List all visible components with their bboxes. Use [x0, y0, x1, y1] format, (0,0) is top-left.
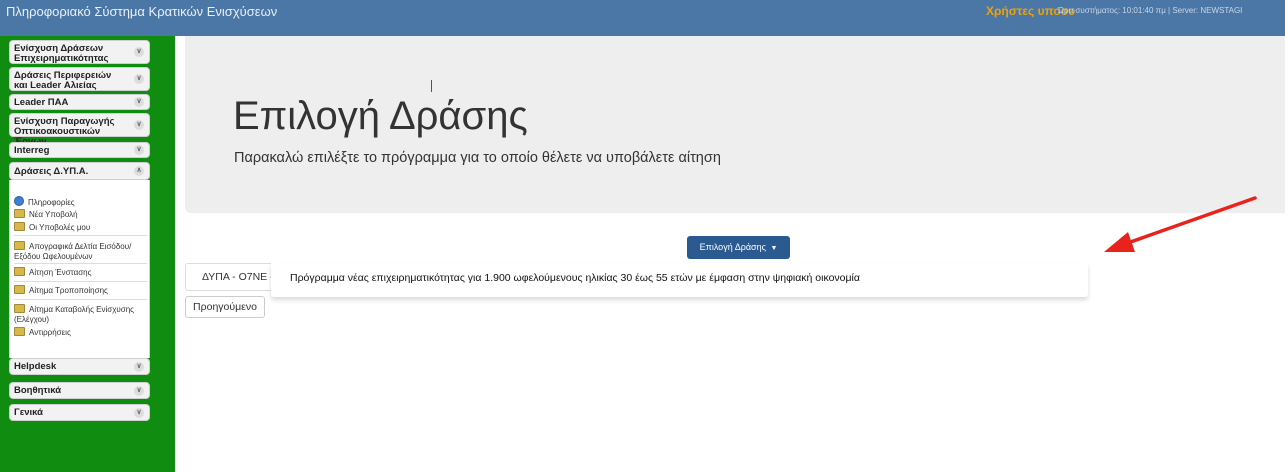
- sidebar-section-label: Βοηθητικά: [14, 385, 62, 396]
- chevron-up-icon: ∧: [134, 166, 144, 176]
- sidebar-section-label: Leader ΠΑΑ: [14, 97, 69, 108]
- chevron-down-icon: ∨: [134, 145, 144, 155]
- sidebar-section-regions[interactable]: Δράσεις Περιφερειών και Leader Αλιείας ∨: [9, 67, 150, 91]
- sidebar-item-modification[interactable]: Αίτημα Τροποποίησης: [14, 285, 149, 296]
- sidebar-item-label: Νέα Υποβολή: [29, 210, 78, 219]
- sidebar-section-helpdesk[interactable]: Helpdesk ∨: [9, 358, 150, 375]
- sidebar-item-objection[interactable]: Αίτηση Ένστασης: [14, 267, 149, 278]
- caret-down-icon: ▼: [770, 245, 778, 252]
- divider: [14, 235, 147, 236]
- action-dropdown-menu: Πρόγραμμα νέας επιχειρηματικότητας για 1…: [271, 263, 1088, 297]
- chevron-down-icon: ∨: [134, 407, 144, 418]
- dropdown-label: Επιλογή Δράσης: [699, 242, 766, 252]
- sidebar-item-payment-request[interactable]: Αίτημα Καταβολής Ενίσχυσης (Ελέγχου): [14, 304, 149, 325]
- top-bar: Πληροφοριακό Σύστημα Κρατικών Ενισχύσεων…: [0, 0, 1285, 36]
- page-title: Επιλογή Δράσης: [233, 94, 528, 138]
- sidebar-item-label: Οι Υποβολές μου: [29, 223, 91, 232]
- divider: [14, 263, 147, 264]
- sidebar-section-label: Δράσεις Δ.ΥΠ.Α.: [14, 166, 89, 177]
- sidebar-section-audiovisual[interactable]: Ενίσχυση Παραγωγής Οπτικοακουστικών Έργω…: [9, 113, 150, 147]
- sidebar-item-info[interactable]: Πληροφορίες: [14, 196, 149, 208]
- system-time-info: Ώρα συστήματος: 10:01:40 πμ | Server: NE…: [1058, 6, 1243, 15]
- dropdown-option[interactable]: Πρόγραμμα νέας επιχειρηματικότητας για 1…: [290, 272, 860, 284]
- info-icon: [14, 196, 24, 206]
- previous-button[interactable]: Προηγούμενο: [185, 296, 265, 318]
- sidebar-section-label: Γενικά: [14, 407, 43, 418]
- sidebar-item-registration-forms[interactable]: Απογραφικά Δελτία Εισόδου/Εξόδου Ωφελουμ…: [14, 241, 149, 262]
- divider: [14, 281, 147, 282]
- sidebar-item-new-submission[interactable]: Νέα Υποβολή: [14, 209, 149, 220]
- folder-icon: [14, 304, 25, 313]
- sidebar-dypa-menu: Πληροφορίες Νέα Υποβολή Οι Υποβολές μου …: [9, 180, 150, 358]
- chevron-down-icon: ∨: [134, 74, 144, 84]
- text-cursor: [431, 80, 432, 92]
- program-tab[interactable]: ΔΥΠΑ - Ο7ΝΕ -: [185, 263, 271, 291]
- annotation-arrow-icon: [1104, 196, 1257, 252]
- sidebar-section-general[interactable]: Γενικά ∨: [9, 404, 150, 421]
- sidebar-item-label: Αντιρρήσεις: [29, 328, 71, 337]
- chevron-down-icon: ∨: [134, 97, 144, 107]
- chevron-down-icon: ∨: [134, 120, 144, 130]
- sidebar-section-label: Ενίσχυση Δράσεων Επιχειρηματικότητας: [14, 43, 109, 64]
- page-subtitle: Παρακαλώ επιλέξτε το πρόγραμμα για το οπ…: [234, 150, 721, 166]
- sidebar-item-objections[interactable]: Αντιρρήσεις: [14, 327, 149, 338]
- sidebar-section-label: Helpdesk: [14, 361, 57, 372]
- sidebar-section-entrepreneurship[interactable]: Ενίσχυση Δράσεων Επιχειρηματικότητας ∨: [9, 40, 150, 64]
- folder-icon: [14, 267, 25, 276]
- sidebar-item-label: Αίτημα Καταβολής Ενίσχυσης (Ελέγχου): [14, 305, 135, 324]
- sidebar-item-label: Πληροφορίες: [28, 198, 75, 207]
- sidebar-item-label: Αίτηση Ένστασης: [29, 268, 92, 277]
- sidebar-section-dypa[interactable]: Δράσεις Δ.ΥΠ.Α. ∧: [9, 162, 150, 180]
- sidebar-item-my-submissions[interactable]: Οι Υποβολές μου: [14, 222, 149, 233]
- sidebar-item-label: Αίτημα Τροποποίησης: [29, 286, 108, 295]
- folder-icon: [14, 241, 25, 250]
- folder-icon: [14, 222, 25, 231]
- sidebar-section-label: Interreg: [14, 145, 50, 156]
- sidebar-section-leader-paa[interactable]: Leader ΠΑΑ ∨: [9, 94, 150, 110]
- divider: [14, 299, 147, 300]
- folder-icon: [14, 209, 25, 218]
- chevron-down-icon: ∨: [134, 385, 144, 396]
- app-title: Πληροφοριακό Σύστημα Κρατικών Ενισχύσεων: [6, 4, 278, 19]
- folder-icon: [14, 285, 25, 294]
- chevron-down-icon: ∨: [134, 361, 144, 372]
- select-action-dropdown[interactable]: Επιλογή Δράσης ▼: [687, 236, 790, 259]
- chevron-down-icon: ∨: [134, 47, 144, 57]
- sidebar-item-label: Απογραφικά Δελτία Εισόδου/Εξόδου Ωφελουμ…: [14, 242, 132, 261]
- sidebar-section-interreg[interactable]: Interreg ∨: [9, 142, 150, 158]
- sidebar-section-label: Δράσεις Περιφερειών και Leader Αλιείας: [14, 70, 112, 91]
- sidebar-section-auxiliary[interactable]: Βοηθητικά ∨: [9, 382, 150, 399]
- folder-icon: [14, 327, 25, 336]
